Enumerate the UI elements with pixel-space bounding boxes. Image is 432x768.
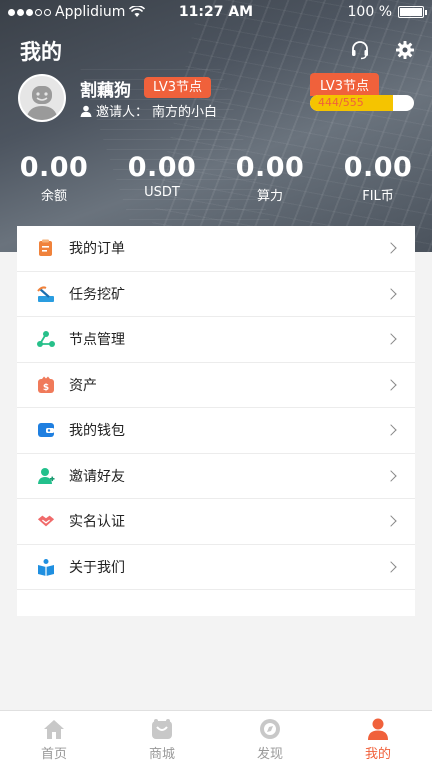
compass-icon [260, 718, 280, 739]
node-icon [37, 330, 55, 348]
menu-item-wallet[interactable]: 我的钱包 [17, 408, 415, 454]
stat-fil[interactable]: 0.00 FIL币 [324, 152, 432, 204]
user-icon [368, 718, 388, 740]
inviter-label: 邀请人： [96, 105, 149, 120]
battery-percent: 100 % [347, 4, 392, 20]
stat-value: 0.00 [235, 152, 305, 183]
mining-icon [37, 285, 55, 303]
node-level-badge: LV3节点 [144, 77, 211, 98]
avatar[interactable] [18, 74, 66, 122]
menu-item-label: 关于我们 [69, 559, 125, 576]
status-bar: Applidium 11:27 AM 100 % [0, 0, 432, 24]
shop-icon [152, 718, 172, 739]
gear-icon [396, 41, 414, 59]
inviter-name: 南方的小白 [152, 105, 218, 120]
menu-item-label: 资产 [69, 377, 97, 394]
menu-item-mining[interactable]: 任务挖矿 [17, 272, 415, 317]
stat-label: FIL币 [362, 189, 394, 204]
stats-row: 0.00 余额 0.00 USDT 0.00 算力 0.00 FIL币 [0, 152, 432, 204]
inviter-info: 邀请人： 南方的小白 [80, 101, 217, 120]
menu-item-label: 邀请好友 [69, 468, 125, 485]
stat-label: USDT [144, 185, 180, 200]
menu-item-label: 实名认证 [69, 514, 125, 531]
tab-mine[interactable]: 我的 [324, 711, 432, 768]
page-title: 我的 [20, 40, 62, 64]
tab-bar: 首页 商城 发现 我的 [0, 710, 432, 768]
level-progress-bar: 444/555 [310, 95, 414, 111]
tab-shop[interactable]: 商城 [108, 711, 216, 768]
chevron-right-icon [385, 561, 397, 573]
tab-label: 发现 [256, 746, 283, 762]
stat-balance[interactable]: 0.00 余额 [0, 152, 108, 204]
home-icon [44, 719, 64, 739]
wallet-icon [37, 421, 55, 439]
level-progress: LV3节点 444/555 [310, 73, 416, 111]
stat-label: 余额 [40, 189, 67, 204]
stat-hashrate[interactable]: 0.00 算力 [216, 152, 324, 204]
chevron-right-icon [385, 515, 397, 527]
customer-service-button[interactable] [348, 38, 372, 62]
menu-item-orders[interactable]: 我的订单 [17, 226, 415, 272]
menu-item-assets[interactable]: $ 资产 [17, 363, 415, 408]
handshake-icon [37, 512, 55, 530]
chevron-right-icon [385, 333, 397, 345]
menu-list: 我的订单 任务挖矿 节点管理 $ 资产 我的钱包 邀请好友 实名认证 关于我们 [17, 226, 415, 616]
chevron-right-icon [385, 242, 397, 254]
menu-item-label: 我的钱包 [69, 423, 125, 440]
chevron-right-icon [385, 424, 397, 436]
status-bar-battery: 100 % [347, 4, 427, 20]
menu-item-label: 节点管理 [69, 332, 125, 349]
stat-value: 0.00 [343, 152, 413, 183]
battery-icon [398, 6, 427, 18]
person-icon [80, 105, 92, 117]
chevron-right-icon [385, 470, 397, 482]
headset-icon [352, 41, 368, 60]
asset-icon: $ [37, 376, 55, 394]
svg-text:$: $ [43, 383, 49, 393]
menu-item-nodes[interactable]: 节点管理 [17, 317, 415, 363]
menu-item-label: 我的订单 [69, 241, 125, 258]
chevron-right-icon [385, 288, 397, 300]
tab-label: 我的 [364, 746, 391, 762]
username: 割藕狗 [80, 81, 131, 101]
menu-item-verification[interactable]: 实名认证 [17, 499, 415, 545]
profile-header: Applidium 11:27 AM 100 % 我的 割藕狗 LV3节点 邀请… [0, 0, 432, 252]
chevron-right-icon [385, 379, 397, 391]
tab-home[interactable]: 首页 [0, 711, 108, 768]
menu-item-invite[interactable]: 邀请好友 [17, 454, 415, 499]
invite-friend-icon [37, 467, 55, 485]
settings-button[interactable] [393, 38, 417, 62]
about-icon [37, 558, 55, 576]
stat-label: 算力 [256, 189, 283, 204]
order-icon [37, 239, 55, 257]
menu-item-label: 任务挖矿 [69, 286, 125, 303]
stat-value: 0.00 [19, 152, 89, 183]
level-label: LV3节点 [310, 73, 379, 96]
tab-label: 首页 [40, 746, 67, 762]
tab-discover[interactable]: 发现 [216, 711, 324, 768]
stat-usdt[interactable]: 0.00 USDT [108, 152, 216, 204]
level-progress-text: 444/555 [318, 96, 364, 109]
menu-item-about[interactable]: 关于我们 [17, 545, 415, 590]
stat-value: 0.00 [127, 152, 197, 183]
smiley-avatar-icon [20, 76, 64, 120]
tab-label: 商城 [148, 746, 175, 762]
